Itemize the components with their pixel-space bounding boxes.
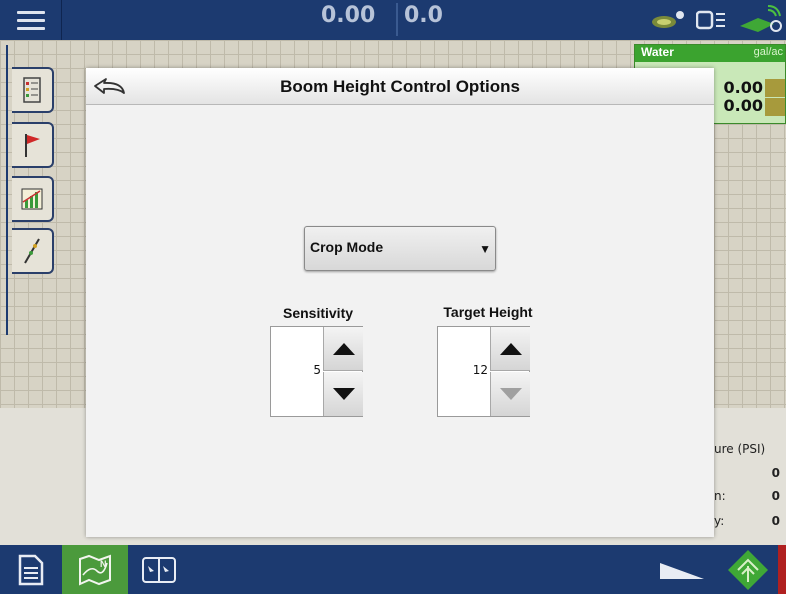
sensitivity-label: Sensitivity: [282, 305, 354, 321]
top-divider: [396, 3, 398, 36]
split-view-icon: [142, 556, 176, 583]
document-icon: [18, 554, 44, 585]
water-title: Water: [641, 45, 674, 59]
pressure-row-3-value: 0: [771, 514, 780, 528]
target-height-value[interactable]: 12: [438, 363, 488, 377]
water-target-rate: 0.00: [723, 78, 763, 97]
arrow-up-icon: [332, 342, 355, 355]
water-header: Water gal/ac: [635, 45, 785, 62]
gps-receiver-icon[interactable]: [650, 10, 688, 30]
pressure-row-2-value: 0: [771, 489, 780, 503]
svg-text:N: N: [100, 559, 107, 569]
field-button[interactable]: [718, 545, 778, 594]
dropdown-arrow-icon: ▼: [479, 242, 491, 256]
sensitivity-decrease-button[interactable]: [323, 372, 363, 416]
top-bar: 0.00 0.0: [0, 0, 786, 40]
flag-tab[interactable]: [12, 122, 54, 168]
pressure-row-2-label: n:: [714, 489, 726, 503]
signal-icon[interactable]: [738, 4, 784, 36]
split-view-button[interactable]: [128, 545, 190, 594]
field-icon: [728, 549, 768, 590]
bottom-bar: N: [0, 545, 786, 594]
edge-indicator: [778, 545, 786, 594]
implement-icon: [24, 238, 40, 264]
list-icon: [23, 77, 41, 103]
speed-readout: 0.00: [321, 3, 376, 28]
arrow-up-icon: [499, 342, 522, 355]
home-button[interactable]: [0, 545, 62, 594]
water-swatch-2: [765, 98, 785, 116]
sensitivity-stepper: 5: [270, 326, 363, 417]
bar-chart-icon: [21, 188, 43, 210]
dialog-title: Boom Height Control Options: [280, 77, 520, 96]
guidance-tab[interactable]: [12, 67, 54, 113]
water-unit: gal/ac: [753, 46, 783, 58]
sensitivity-increase-button[interactable]: [323, 327, 363, 371]
target-height-label: Target Height: [443, 304, 533, 320]
pressure-panel: ure (PSI) 0 n: 0 y: 0: [714, 442, 786, 542]
rate-readout: 0.0: [404, 3, 443, 28]
dialog-header: Boom Height Control Options: [86, 68, 714, 105]
pressure-row-2: n: 0: [714, 489, 786, 503]
target-height-increase-button[interactable]: [490, 327, 530, 371]
slope-button[interactable]: [654, 545, 710, 594]
water-swatch: [765, 79, 785, 97]
pressure-row-3: y: 0: [714, 514, 786, 528]
chart-tab[interactable]: [12, 176, 54, 222]
menu-icon[interactable]: [0, 0, 62, 40]
tool-tab[interactable]: [12, 228, 54, 274]
display-status-icon[interactable]: [696, 9, 726, 31]
boom-height-options-dialog: Boom Height Control Options Crop Mode ▼ …: [86, 68, 714, 537]
map-icon: N: [79, 554, 111, 586]
flag-icon: [25, 134, 40, 157]
arrow-down-icon: [332, 388, 355, 400]
slope-icon: [660, 562, 704, 579]
map-button[interactable]: N: [62, 545, 128, 594]
water-actual-rate: 0.00: [723, 96, 763, 115]
arrow-down-icon: [499, 388, 522, 400]
target-height-stepper: 12: [437, 326, 530, 417]
pressure-row-3-label: y:: [714, 514, 725, 528]
target-height-decrease-button[interactable]: [490, 372, 530, 416]
pressure-title: ure (PSI): [714, 442, 766, 456]
crop-mode-select[interactable]: Crop Mode ▼: [304, 226, 496, 271]
pressure-row-1-value: 0: [771, 466, 780, 480]
sensitivity-value[interactable]: 5: [271, 363, 321, 377]
mode-select-value: Crop Mode: [310, 239, 384, 255]
side-tab-rail: [6, 45, 54, 335]
